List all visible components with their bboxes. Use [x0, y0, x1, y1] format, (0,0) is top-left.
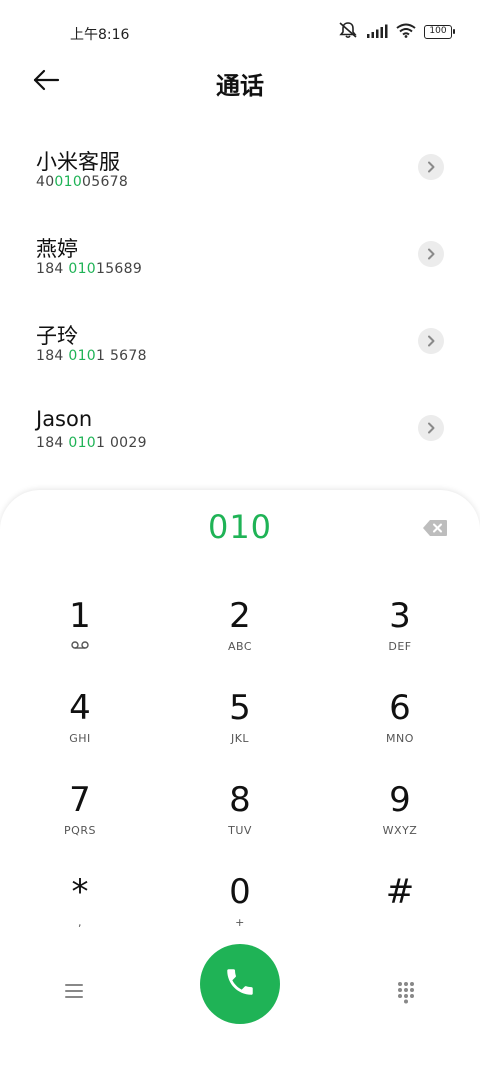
- status-time: 上午8:16: [70, 27, 130, 43]
- key-0[interactable]: 0 +: [160, 858, 320, 950]
- keypad-row: 7 PQRS 8 TUV 9 WXYZ: [0, 766, 480, 858]
- key-4[interactable]: 4 GHI: [0, 674, 160, 766]
- keypad-toggle-button[interactable]: [394, 980, 418, 1004]
- keypad-row: * , 0 + #: [0, 858, 480, 950]
- contact-name: 小米客服: [36, 150, 120, 174]
- key-7[interactable]: 7 PQRS: [0, 766, 160, 858]
- contact-name: 子玲: [36, 324, 78, 348]
- menu-button[interactable]: [62, 981, 86, 1001]
- key-2[interactable]: 2 ABC: [160, 582, 320, 674]
- page-title: 通话: [216, 72, 264, 100]
- key-star[interactable]: * ,: [0, 858, 160, 950]
- voicemail-icon: [71, 640, 89, 653]
- contact-name: 燕婷: [36, 237, 78, 261]
- muted-bell-icon: [338, 21, 358, 43]
- contact-item[interactable]: Jason 184 0101 0029: [0, 389, 480, 476]
- contact-detail-button[interactable]: [418, 328, 444, 354]
- contact-name: Jason: [36, 407, 93, 431]
- key-hash[interactable]: #: [320, 858, 480, 950]
- contact-number: 4001005678: [36, 174, 129, 190]
- chevron-right-icon: [426, 245, 436, 264]
- header: 通话: [0, 60, 480, 104]
- keypad-row: 1 2 ABC 3 DEF: [0, 582, 480, 674]
- contact-item[interactable]: 子玲 184 0101 5678: [0, 302, 480, 389]
- phone-icon: [223, 965, 257, 1003]
- matched-digits: 010: [68, 435, 96, 451]
- contact-item[interactable]: 燕婷 184 01015689: [0, 215, 480, 302]
- chevron-right-icon: [426, 158, 436, 177]
- call-button[interactable]: [200, 944, 280, 1024]
- status-bar: 上午8:16 100: [0, 0, 480, 64]
- key-9[interactable]: 9 WXYZ: [320, 766, 480, 858]
- dialed-number: 010: [207, 508, 273, 546]
- key-6[interactable]: 6 MNO: [320, 674, 480, 766]
- backspace-icon: [422, 520, 448, 542]
- signal-icon: [366, 23, 388, 42]
- matched-digits: 010: [54, 174, 83, 190]
- delete-button[interactable]: [422, 518, 448, 538]
- contact-list: 小米客服 4001005678 燕婷 184 01015689 子玲 184 0…: [0, 128, 480, 476]
- key-8[interactable]: 8 TUV: [160, 766, 320, 858]
- key-5[interactable]: 5 JKL: [160, 674, 320, 766]
- key-1[interactable]: 1: [0, 582, 160, 674]
- contact-number: 184 0101 5678: [36, 348, 147, 364]
- matched-digits: 010: [68, 261, 96, 277]
- keypad-row: 4 GHI 5 JKL 6 MNO: [0, 674, 480, 766]
- dialpad-grid-icon: [394, 982, 418, 1008]
- contact-detail-button[interactable]: [418, 154, 444, 180]
- chevron-right-icon: [426, 419, 436, 438]
- contact-detail-button[interactable]: [418, 241, 444, 267]
- status-icons: 100: [338, 21, 455, 43]
- menu-icon: [62, 984, 86, 1005]
- keypad: 1 2 ABC 3 DEF 4 GHI 5 JKL 6 MNO 7 PQRS 8…: [0, 582, 480, 950]
- bottom-action-bar: [0, 944, 480, 1034]
- contact-number: 184 01015689: [36, 261, 143, 277]
- battery-icon: 100: [424, 25, 455, 39]
- contact-detail-button[interactable]: [418, 415, 444, 441]
- contact-number: 184 0101 0029: [36, 435, 147, 451]
- chevron-right-icon: [426, 332, 436, 351]
- matched-digits: 010: [68, 348, 96, 364]
- key-3[interactable]: 3 DEF: [320, 582, 480, 674]
- wifi-icon: [396, 23, 416, 42]
- contact-item[interactable]: 小米客服 4001005678: [0, 128, 480, 215]
